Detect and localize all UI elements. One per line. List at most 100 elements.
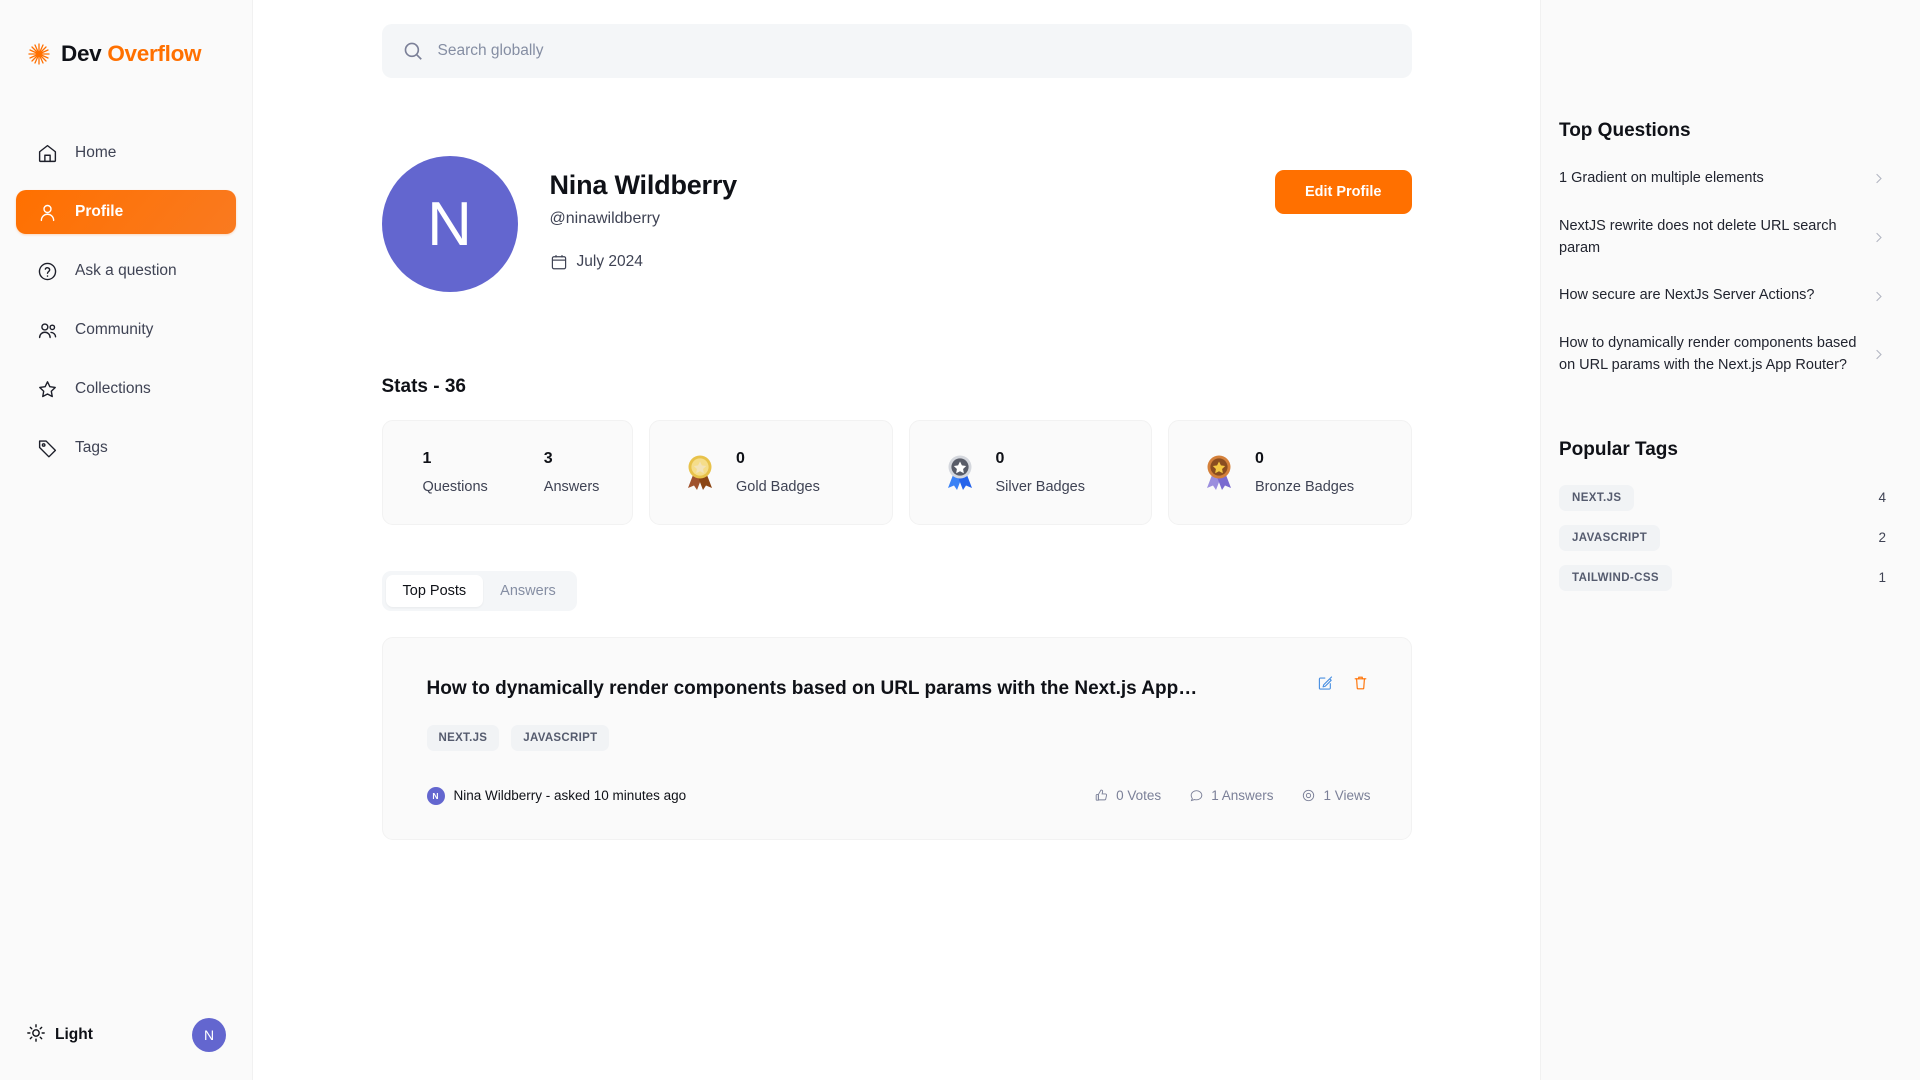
brand-name: Dev Overflow [61,41,202,66]
list-item[interactable]: How secure are NextJs Server Actions? [1559,285,1886,307]
tab-top-posts[interactable]: Top Posts [385,575,484,607]
trash-icon[interactable] [1352,674,1369,691]
sidebar-item-label: Home [75,144,117,161]
tag-count: 1 [1878,570,1886,585]
sidebar-nav: Home Profile Ask a question Community Co… [0,131,252,470]
list-item[interactable]: 1 Gradient on multiple elements [1559,168,1886,190]
tag-icon [37,438,58,459]
chevron-right-icon [1871,347,1886,362]
badge-label: Silver Badges [995,479,1085,495]
stats-row: 1 Questions 3 Answers 0 Gold Badges 0 Si… [381,420,1412,525]
users-icon [37,320,58,341]
page-title: Nina Wildberry [549,170,738,200]
tag-chip[interactable]: NEXT.JS [1559,484,1635,511]
post-author[interactable]: N Nina Wildberry - asked 10 minutes ago [426,786,687,805]
sidebar-item-profile[interactable]: Profile [16,190,236,234]
profile-joined-date: July 2024 [550,253,738,271]
list-item[interactable]: JAVASCRIPT 2 [1559,524,1886,551]
metric-value: 1 Views [1323,788,1371,804]
stat-label: Questions [422,479,488,495]
stat-value: 1 [422,450,432,467]
profile-handle: @ninawildberry [549,210,661,227]
tag-chip[interactable]: JAVASCRIPT [1559,524,1661,551]
brand-logo-link[interactable]: Dev Overflow [0,34,252,74]
calendar-icon [550,253,568,271]
profile-avatar: N [381,156,518,292]
thumbs-up-icon [1094,788,1109,803]
metric-answers: 1 Answers [1189,788,1273,803]
post-tags: NEXT.JS JAVASCRIPT [426,724,1371,751]
tag-chip[interactable]: NEXT.JS [426,724,500,751]
sidebar-item-label: Collections [75,380,151,397]
post-author-text: Nina Wildberry - asked 10 minutes ago [453,788,687,804]
sidebar-item-community[interactable]: Community [16,308,236,352]
edit-pencil-icon[interactable] [1317,674,1334,691]
sun-burst-logo-icon [26,41,52,67]
sun-icon [26,1023,46,1048]
badge-value: 0 [995,450,1005,467]
chevron-right-icon [1871,289,1886,304]
sidebar-item-home[interactable]: Home [16,131,236,175]
tag-chip[interactable]: JAVASCRIPT [511,724,610,751]
post-footer: N Nina Wildberry - asked 10 minutes ago … [426,786,1371,805]
chevron-right-icon [1871,230,1886,245]
global-search-bar[interactable] [381,24,1412,78]
list-item[interactable]: NextJS rewrite does not delete URL searc… [1559,216,1886,260]
right-sidebar: Top Questions 1 Gradient on multiple ele… [1540,0,1920,1080]
metric-views: 1 Views [1301,788,1371,804]
tag-chip[interactable]: TAILWIND-CSS [1559,564,1672,591]
popular-tags-list: NEXT.JS 4 JAVASCRIPT 2 TAILWIND-CSS 1 [1559,484,1886,591]
tag-count: 4 [1878,490,1886,505]
avatar: N [426,786,445,805]
question-circle-icon [37,261,58,282]
avatar[interactable]: N [192,1018,226,1052]
stat-card-silver-badges: 0 Silver Badges [908,420,1152,525]
post-card[interactable]: How to dynamically render components bas… [381,637,1412,840]
badge-label: Gold Badges [736,479,820,495]
gold-medal-icon [682,453,718,493]
profile-tabs: Top Posts Answers [381,571,577,611]
left-sidebar: Dev Overflow Home Profile Ask a question [0,0,253,1080]
message-icon [1189,788,1204,803]
stat-answers: 3 Answers [544,450,600,495]
stat-card-counts: 1 Questions 3 Answers [381,420,633,525]
metric-value: 0 Votes [1116,788,1162,804]
sidebar-item-label: Community [75,321,154,338]
badge-value: 0 [736,450,745,467]
bronze-medal-icon [1201,453,1237,493]
stat-questions: 1 Questions [423,450,488,495]
sidebar-footer: Light N [0,1018,252,1052]
top-question-text: How secure are NextJs Server Actions? [1559,287,1815,304]
badge-label: Bronze Badges [1255,479,1355,495]
home-icon [37,143,58,164]
list-item[interactable]: How to dynamically render components bas… [1559,333,1886,377]
app-root: Dev Overflow Home Profile Ask a question [0,0,1920,1080]
top-question-text: NextJS rewrite does not delete URL searc… [1559,217,1837,256]
list-item[interactable]: TAILWIND-CSS 1 [1559,564,1886,591]
post-title[interactable]: How to dynamically render components bas… [427,676,1257,702]
eye-icon [1301,788,1316,803]
stat-value: 3 [543,450,553,467]
stats-title: Stats - 36 [381,376,466,397]
top-questions-title: Top Questions [1559,120,1691,141]
silver-medal-icon [942,453,978,493]
search-input[interactable] [437,24,1392,78]
theme-toggle-button[interactable]: Light [26,1023,93,1048]
sidebar-item-collections[interactable]: Collections [16,367,236,411]
sidebar-item-tags[interactable]: Tags [16,426,236,470]
top-questions-list: 1 Gradient on multiple elements NextJS r… [1559,168,1886,377]
metric-value: 1 Answers [1211,788,1274,804]
edit-profile-button[interactable]: Edit Profile [1274,170,1412,214]
stat-card-bronze-badges: 0 Bronze Badges [1168,420,1412,525]
list-item[interactable]: NEXT.JS 4 [1559,484,1886,511]
chevron-right-icon [1871,171,1886,186]
main-content: N Nina Wildberry @ninawildberry July 202… [253,0,1540,1080]
stat-card-gold-badges: 0 Gold Badges [649,420,893,525]
post-metrics: 0 Votes 1 Answers 1 Views [1094,788,1371,804]
sidebar-item-label: Profile [75,203,124,220]
theme-label: Light [55,1026,93,1043]
sidebar-item-label: Tags [75,439,108,456]
sidebar-item-ask-a-question[interactable]: Ask a question [16,249,236,293]
stat-label: Answers [543,479,600,495]
tab-answers[interactable]: Answers [483,575,573,607]
